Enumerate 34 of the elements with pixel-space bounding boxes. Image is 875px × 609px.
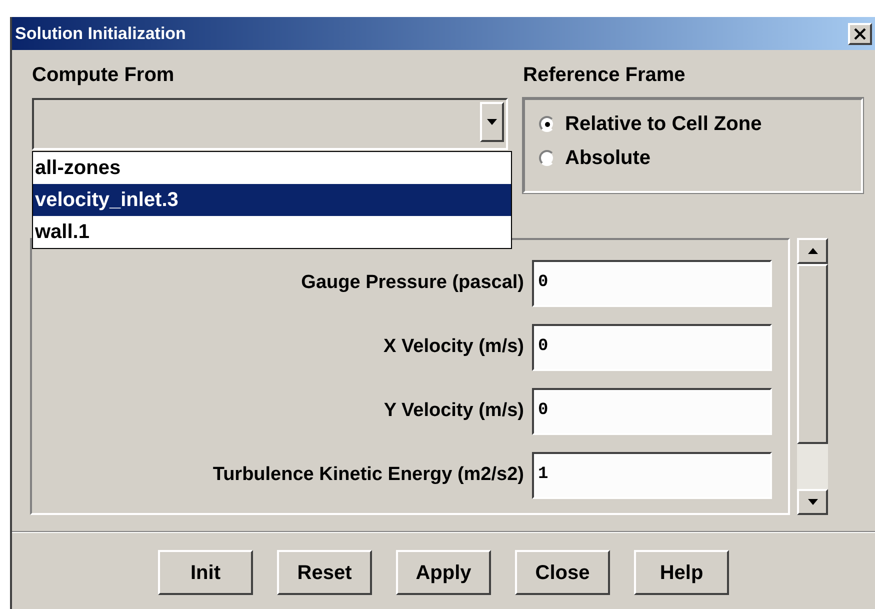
- value-field[interactable]: 0: [532, 388, 772, 435]
- radio-button[interactable]: [539, 116, 555, 132]
- reference-frame-label: Reference Frame: [523, 63, 686, 88]
- value-field[interactable]: 0: [532, 260, 772, 307]
- compute-from-dropdown[interactable]: [32, 98, 508, 150]
- radio-label: Relative to Cell Zone: [565, 112, 762, 137]
- scroll-up-button[interactable]: [797, 238, 828, 264]
- dropdown-button[interactable]: [480, 102, 504, 142]
- down-arrow-icon: [808, 499, 818, 505]
- close-icon: [854, 28, 866, 40]
- compute-from-label: Compute From: [32, 63, 176, 88]
- close-button[interactable]: [848, 22, 872, 44]
- field-label: Turbulence Kinetic Energy (m2/s2): [212, 463, 524, 488]
- radio-button[interactable]: [539, 150, 555, 166]
- dialog-button[interactable]: Apply: [396, 550, 491, 595]
- dropdown-option[interactable]: all-zones: [33, 152, 511, 184]
- field-label: Y Velocity (m/s): [384, 399, 524, 424]
- field-label: Gauge Pressure (pascal): [301, 271, 524, 296]
- radio-label: Absolute: [565, 146, 651, 171]
- dialog-button[interactable]: Init: [158, 550, 253, 595]
- caret-icon: [487, 119, 497, 125]
- scrollbar[interactable]: [797, 238, 828, 515]
- dropdown-option[interactable]: wall.1: [33, 216, 511, 248]
- value-field[interactable]: 0: [532, 324, 772, 371]
- up-arrow-icon: [808, 248, 818, 254]
- dialog-button[interactable]: Help: [634, 550, 729, 595]
- window-title: Solution Initialization: [15, 22, 186, 45]
- scroll-down-button[interactable]: [797, 489, 828, 515]
- scroll-thumb[interactable]: [797, 264, 828, 444]
- dialog-button[interactable]: Reset: [277, 550, 372, 595]
- field-label: X Velocity (m/s): [384, 335, 524, 360]
- value-field[interactable]: 1: [532, 452, 772, 499]
- dropdown-option[interactable]: velocity_inlet.3: [33, 184, 511, 216]
- dialog-button[interactable]: Close: [515, 550, 610, 595]
